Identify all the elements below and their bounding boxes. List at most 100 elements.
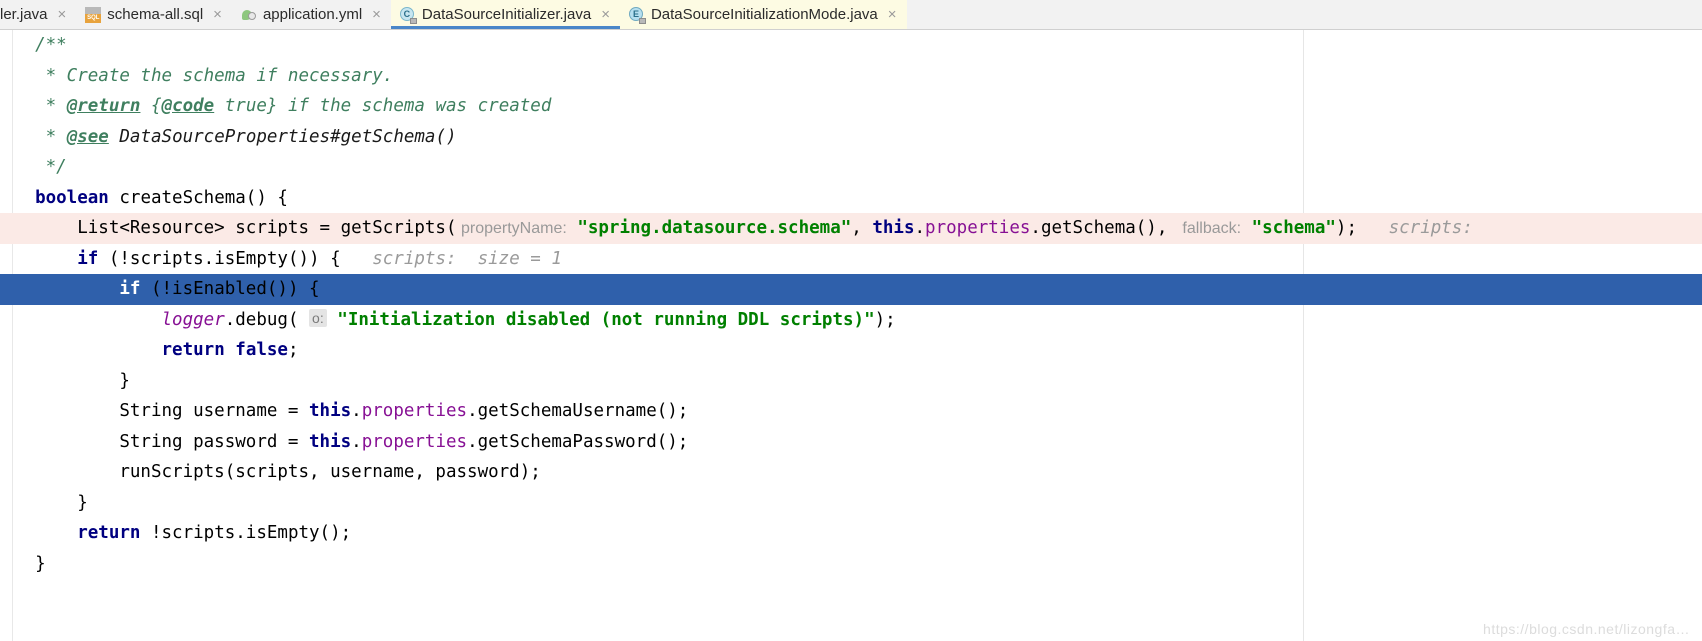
- code-token: false: [235, 340, 288, 360]
- inlay-parameter-hint: propertyName:: [456, 220, 567, 237]
- editor-tab-label: ler.java: [0, 6, 48, 23]
- code-editor[interactable]: /** * Create the schema if necessary. * …: [0, 30, 1702, 641]
- code-token: .: [351, 431, 362, 452]
- code-token: /**: [35, 35, 67, 55]
- editor-tab-label: DataSourceInitializationMode.java: [650, 6, 878, 23]
- code-token: }: [14, 492, 88, 513]
- code-line[interactable]: if (!isEnabled()) {: [0, 274, 1702, 305]
- code-token: @return: [66, 96, 141, 116]
- code-line[interactable]: String password = this.properties.getSch…: [0, 427, 1702, 458]
- gutter-selection-strip: [0, 274, 12, 305]
- code-line[interactable]: String username = this.properties.getSch…: [0, 396, 1702, 427]
- code-token: );: [874, 309, 896, 330]
- code-line[interactable]: * @return {@code true} if the schema was…: [0, 91, 1702, 122]
- code-line[interactable]: return !scripts.isEmpty();: [0, 518, 1702, 549]
- code-token: "schema": [1251, 218, 1336, 238]
- code-token: *: [14, 96, 67, 116]
- code-token: .: [914, 218, 926, 238]
- sql-file-icon: [85, 6, 102, 23]
- code-line[interactable]: if (!scripts.isEmpty()) { scripts: size …: [0, 244, 1702, 275]
- editor-tab[interactable]: ler.java ×: [0, 0, 77, 29]
- debugger-inline-value: scripts: size = 1: [340, 248, 562, 269]
- code-token: boolean: [35, 187, 109, 208]
- code-token: * Create the schema if necessary.: [14, 65, 394, 86]
- close-icon[interactable]: ×: [886, 7, 899, 22]
- code-line[interactable]: * @see DataSourceProperties#getSchema(): [0, 122, 1702, 153]
- code-line[interactable]: * Create the schema if necessary.: [0, 61, 1702, 92]
- code-token: ,: [851, 218, 873, 238]
- code-line[interactable]: */: [0, 152, 1702, 183]
- code-line[interactable]: List<Resource> scripts = getScripts( pro…: [0, 213, 1702, 244]
- editor-tab-label: DataSourceInitializer.java: [421, 6, 592, 23]
- close-icon[interactable]: ×: [370, 7, 383, 22]
- editor-tab-bar: ler.java × schema-all.sql × application.yml ×…: [0, 0, 1702, 30]
- code-token: this: [309, 401, 352, 421]
- close-icon[interactable]: ×: [56, 7, 69, 22]
- editor-tab[interactable]: schema-all.sql ×: [76, 0, 232, 29]
- code-token: return: [77, 523, 141, 543]
- code-token: .debug(: [224, 309, 299, 330]
- java-class-icon: C: [399, 6, 417, 24]
- code-token: ;: [287, 340, 299, 360]
- inlay-hint-badge: o:: [309, 308, 327, 327]
- code-line[interactable]: return false;: [0, 335, 1702, 366]
- code-token: true} if the schema was created: [214, 96, 552, 116]
- code-token: if: [119, 279, 141, 299]
- code-line[interactable]: runScripts(scripts, username, password);: [0, 457, 1702, 488]
- code-token: String password =: [14, 431, 310, 452]
- code-line[interactable]: /**: [0, 30, 1702, 61]
- ide-window: ler.java × schema-all.sql × application.yml ×…: [0, 0, 1702, 641]
- java-enum-icon: E: [628, 6, 646, 24]
- close-icon[interactable]: ×: [211, 7, 224, 22]
- code-token: logger: [161, 309, 225, 330]
- code-token: return: [161, 340, 225, 360]
- yaml-file-icon: [241, 7, 257, 23]
- code-token: this: [872, 218, 915, 238]
- code-line[interactable]: }: [0, 488, 1702, 519]
- code-token: */: [14, 157, 67, 177]
- inlay-parameter-hint: fallback:: [1177, 220, 1242, 237]
- code-token: .getSchema(),: [1030, 218, 1178, 238]
- code-line[interactable]: }: [0, 366, 1702, 397]
- code-token: properties: [361, 401, 468, 421]
- code-line[interactable]: logger.debug( o: "Initialization disable…: [0, 305, 1702, 336]
- code-token: if: [77, 248, 99, 269]
- code-token: "spring.datasource.schema": [577, 218, 852, 238]
- debugger-inline-value: scripts:: [1356, 218, 1473, 238]
- code-token: (!scripts.isEmpty()) {: [98, 248, 341, 269]
- code-token: properties: [925, 218, 1031, 238]
- watermark-text: https://blog.csdn.net/lizongfa…: [1483, 621, 1690, 637]
- close-icon[interactable]: ×: [599, 7, 612, 22]
- code-token: properties: [361, 431, 468, 452]
- code-line[interactable]: }: [0, 549, 1702, 580]
- code-line[interactable]: boolean createSchema() {: [0, 183, 1702, 214]
- editor-tab[interactable]: E DataSourceInitializationMode.java ×: [619, 0, 907, 29]
- code-content[interactable]: /** * Create the schema if necessary. * …: [0, 30, 1702, 641]
- code-token: {: [140, 96, 162, 116]
- code-token: List<Resource> scripts = getScripts(: [14, 218, 457, 238]
- code-token: !scripts.isEmpty();: [140, 523, 352, 543]
- editor-tab-label: schema-all.sql: [107, 6, 204, 23]
- code-token: String username =: [14, 401, 310, 421]
- code-token: .: [351, 401, 362, 421]
- editor-tab[interactable]: C DataSourceInitializer.java ×: [390, 0, 620, 29]
- code-token: runScripts(scripts, username, password);: [14, 462, 541, 482]
- editor-tab[interactable]: application.yml ×: [231, 0, 391, 29]
- editor-tab-label: application.yml: [262, 6, 363, 23]
- code-token: DataSourceProperties#getSchema(): [119, 126, 457, 147]
- code-token: createSchema() {: [108, 187, 288, 208]
- code-token: @see: [66, 126, 109, 147]
- code-token: this: [309, 431, 352, 452]
- code-token: .getSchemaUsername();: [467, 401, 689, 421]
- code-token: .getSchemaPassword();: [467, 431, 689, 452]
